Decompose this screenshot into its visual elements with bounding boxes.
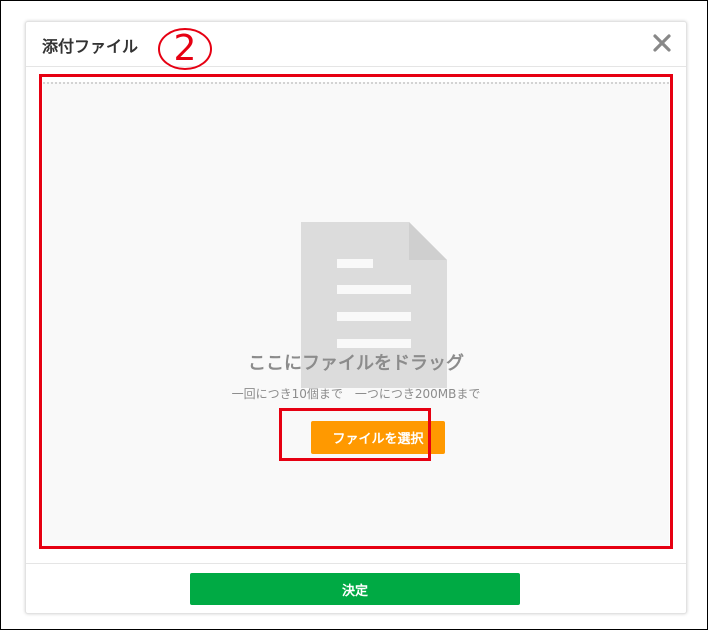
close-icon (653, 34, 671, 52)
drop-title: ここにファイルをドラッグ (248, 353, 464, 374)
dialog-footer: 決定 (26, 563, 686, 614)
step-number: 2 (173, 28, 197, 69)
step-number-marker: 2 (158, 28, 212, 70)
dialog-header: 添付ファイル 2 (26, 22, 686, 70)
select-file-button[interactable]: ファイルを選択 (311, 421, 445, 454)
close-button[interactable] (652, 32, 672, 54)
drop-zone-border (43, 82, 669, 86)
attachment-dialog: 添付ファイル 2 ここにファイルをドラッグ 一回につき10個まで 一つにつき20… (25, 21, 687, 614)
confirm-button[interactable]: 決定 (190, 573, 520, 605)
file-drop-zone[interactable]: ここにファイルをドラッグ 一回につき10個まで 一つにつき200MBまで ファイ… (43, 82, 669, 546)
upload-limits-text: 一回につき10個まで 一つにつき200MBまで (231, 387, 481, 401)
dialog-title: 添付ファイル (42, 37, 139, 56)
